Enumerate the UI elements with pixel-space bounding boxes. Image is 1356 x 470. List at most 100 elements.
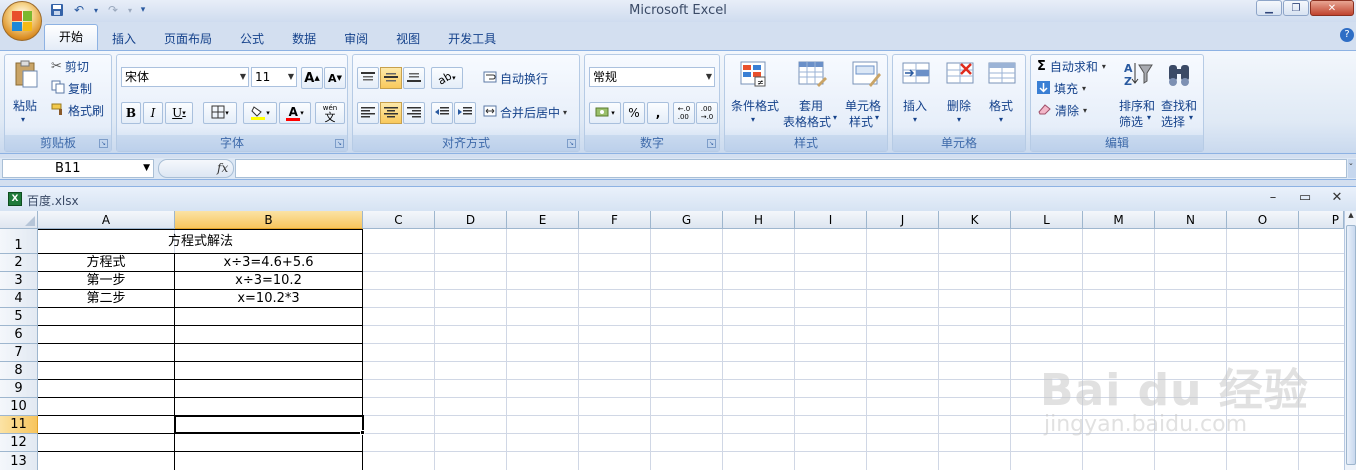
cell-a2[interactable]: 方程式 <box>38 254 174 271</box>
italic-button[interactable]: I <box>143 102 163 124</box>
format-cells-button[interactable]: 格式 <box>989 97 1013 114</box>
row-header-12[interactable]: 12 <box>0 434 38 452</box>
minimize-button[interactable]: ▁ <box>1256 0 1282 16</box>
column-header-o[interactable]: O <box>1227 211 1299 229</box>
find-select-line1[interactable]: 查找和 <box>1161 97 1197 114</box>
format-as-table-dropdown-icon[interactable]: ▾ <box>833 113 837 122</box>
number-format-select[interactable]: 常规 ▼ <box>589 67 715 87</box>
tab-view[interactable]: 视图 <box>382 28 434 50</box>
merge-center-button[interactable]: 合并后居中 ▾ <box>483 104 567 121</box>
column-header-c[interactable]: C <box>363 211 435 229</box>
bold-button[interactable]: B <box>121 102 141 124</box>
increase-decimal-button[interactable]: ←.0.00 <box>673 102 695 124</box>
align-left-button[interactable] <box>357 102 379 124</box>
row-header-7[interactable]: 7 <box>0 344 38 362</box>
cell-b4[interactable]: x=10.2*3 <box>175 290 362 307</box>
column-header-h[interactable]: H <box>723 211 795 229</box>
column-header-i[interactable]: I <box>795 211 867 229</box>
find-select-dropdown-icon[interactable]: ▾ <box>1189 113 1193 122</box>
workbook-close-button[interactable]: ✕ <box>1326 190 1348 205</box>
row-header-10[interactable]: 10 <box>0 398 38 416</box>
copy-button[interactable]: 复制 <box>51 80 92 97</box>
align-center-button[interactable] <box>380 102 402 124</box>
active-cell-b11[interactable] <box>174 415 364 434</box>
cell-styles-dropdown-icon[interactable]: ▾ <box>875 113 879 122</box>
scrollbar-thumb[interactable] <box>1346 225 1356 465</box>
alignment-launcher-icon[interactable]: ↘ <box>567 139 576 148</box>
vertical-scrollbar[interactable]: ▲ <box>1344 211 1356 470</box>
help-icon[interactable]: ? <box>1340 28 1354 42</box>
insert-function-icon[interactable]: fx <box>217 161 228 175</box>
row-header-5[interactable]: 5 <box>0 308 38 326</box>
cell-styles-icon[interactable] <box>851 59 881 92</box>
underline-button[interactable]: U ▾ <box>165 102 193 124</box>
column-header-n[interactable]: N <box>1155 211 1227 229</box>
paste-dropdown-icon[interactable]: ▾ <box>21 115 25 124</box>
clear-button[interactable]: 清除 ▾ <box>1037 102 1087 119</box>
insert-cells-icon[interactable] <box>901 59 931 92</box>
fill-color-button[interactable]: ▾ <box>243 102 277 124</box>
tab-home[interactable]: 开始 <box>44 24 99 50</box>
align-top-button[interactable] <box>357 67 379 89</box>
paste-button[interactable]: 粘贴 <box>13 97 37 114</box>
column-header-f[interactable]: F <box>579 211 651 229</box>
row-header-6[interactable]: 6 <box>0 326 38 344</box>
format-as-table-line2[interactable]: 表格格式 <box>783 113 831 130</box>
align-middle-button[interactable] <box>380 67 402 89</box>
fill-button[interactable]: 填充 ▾ <box>1037 80 1086 97</box>
worksheet-grid[interactable]: A B C D E F G H I J K L M N O P 1 2 3 4 … <box>0 211 1344 470</box>
paste-icon[interactable] <box>11 59 41 89</box>
decrease-decimal-button[interactable]: .00 →.0 <box>696 102 718 124</box>
column-header-e[interactable]: E <box>507 211 579 229</box>
insert-cells-dropdown-icon[interactable]: ▾ <box>913 115 917 124</box>
sort-filter-icon[interactable]: AZ <box>1123 59 1153 92</box>
row-header-1[interactable]: 1 <box>0 229 38 254</box>
clipboard-launcher-icon[interactable]: ↘ <box>99 139 108 148</box>
wrap-text-button[interactable]: 自动换行 <box>483 70 548 87</box>
row-header-8[interactable]: 8 <box>0 362 38 380</box>
tab-insert[interactable]: 插入 <box>98 28 150 50</box>
column-header-p[interactable]: P <box>1299 211 1344 229</box>
name-box[interactable]: B11 ▼ <box>2 159 154 178</box>
percent-button[interactable]: % <box>623 102 645 124</box>
column-header-k[interactable]: K <box>939 211 1011 229</box>
cell-styles-line1[interactable]: 单元格 <box>845 97 881 114</box>
column-header-l[interactable]: L <box>1011 211 1083 229</box>
cell-a4[interactable]: 第二步 <box>38 290 174 307</box>
formula-expand-icon[interactable]: ⌄ <box>1348 159 1356 178</box>
workbook-maximize-button[interactable]: ▭ <box>1294 190 1316 205</box>
cell-styles-line2[interactable]: 样式 <box>849 113 873 130</box>
number-launcher-icon[interactable]: ↘ <box>707 139 716 148</box>
increase-indent-button[interactable] <box>454 102 476 124</box>
sort-filter-line1[interactable]: 排序和 <box>1119 97 1155 114</box>
restore-button[interactable]: ❐ <box>1283 0 1309 16</box>
column-header-d[interactable]: D <box>435 211 507 229</box>
row-header-13[interactable]: 13 <box>0 452 38 470</box>
font-launcher-icon[interactable]: ↘ <box>335 139 344 148</box>
comma-button[interactable]: , <box>647 102 669 124</box>
delete-cells-button[interactable]: 删除 <box>947 97 971 114</box>
format-cells-dropdown-icon[interactable]: ▾ <box>999 115 1003 124</box>
column-header-j[interactable]: J <box>867 211 939 229</box>
select-all-button[interactable] <box>0 211 38 229</box>
column-header-a[interactable]: A <box>38 211 175 229</box>
align-bottom-button[interactable] <box>403 67 425 89</box>
tab-developer[interactable]: 开发工具 <box>434 28 510 50</box>
conditional-format-button[interactable]: 条件格式 <box>731 97 779 114</box>
scroll-up-icon[interactable]: ▲ <box>1345 211 1356 224</box>
row-header-3[interactable]: 3 <box>0 272 38 290</box>
delete-cells-icon[interactable] <box>945 59 975 92</box>
office-button[interactable] <box>2 1 42 41</box>
column-header-m[interactable]: M <box>1083 211 1155 229</box>
workbook-minimize-button[interactable]: – <box>1262 190 1284 205</box>
cell-b3[interactable]: x÷3=10.2 <box>175 272 362 289</box>
format-as-table-icon[interactable] <box>797 59 827 92</box>
borders-button[interactable]: ▾ <box>203 102 237 124</box>
cell-a3[interactable]: 第一步 <box>38 272 174 289</box>
formula-input[interactable] <box>235 159 1347 178</box>
column-header-g[interactable]: G <box>651 211 723 229</box>
tab-page-layout[interactable]: 页面布局 <box>150 28 226 50</box>
cut-button[interactable]: ✂ 剪切 <box>51 58 89 75</box>
tab-data[interactable]: 数据 <box>278 28 330 50</box>
conditional-format-dropdown-icon[interactable]: ▾ <box>751 115 755 124</box>
